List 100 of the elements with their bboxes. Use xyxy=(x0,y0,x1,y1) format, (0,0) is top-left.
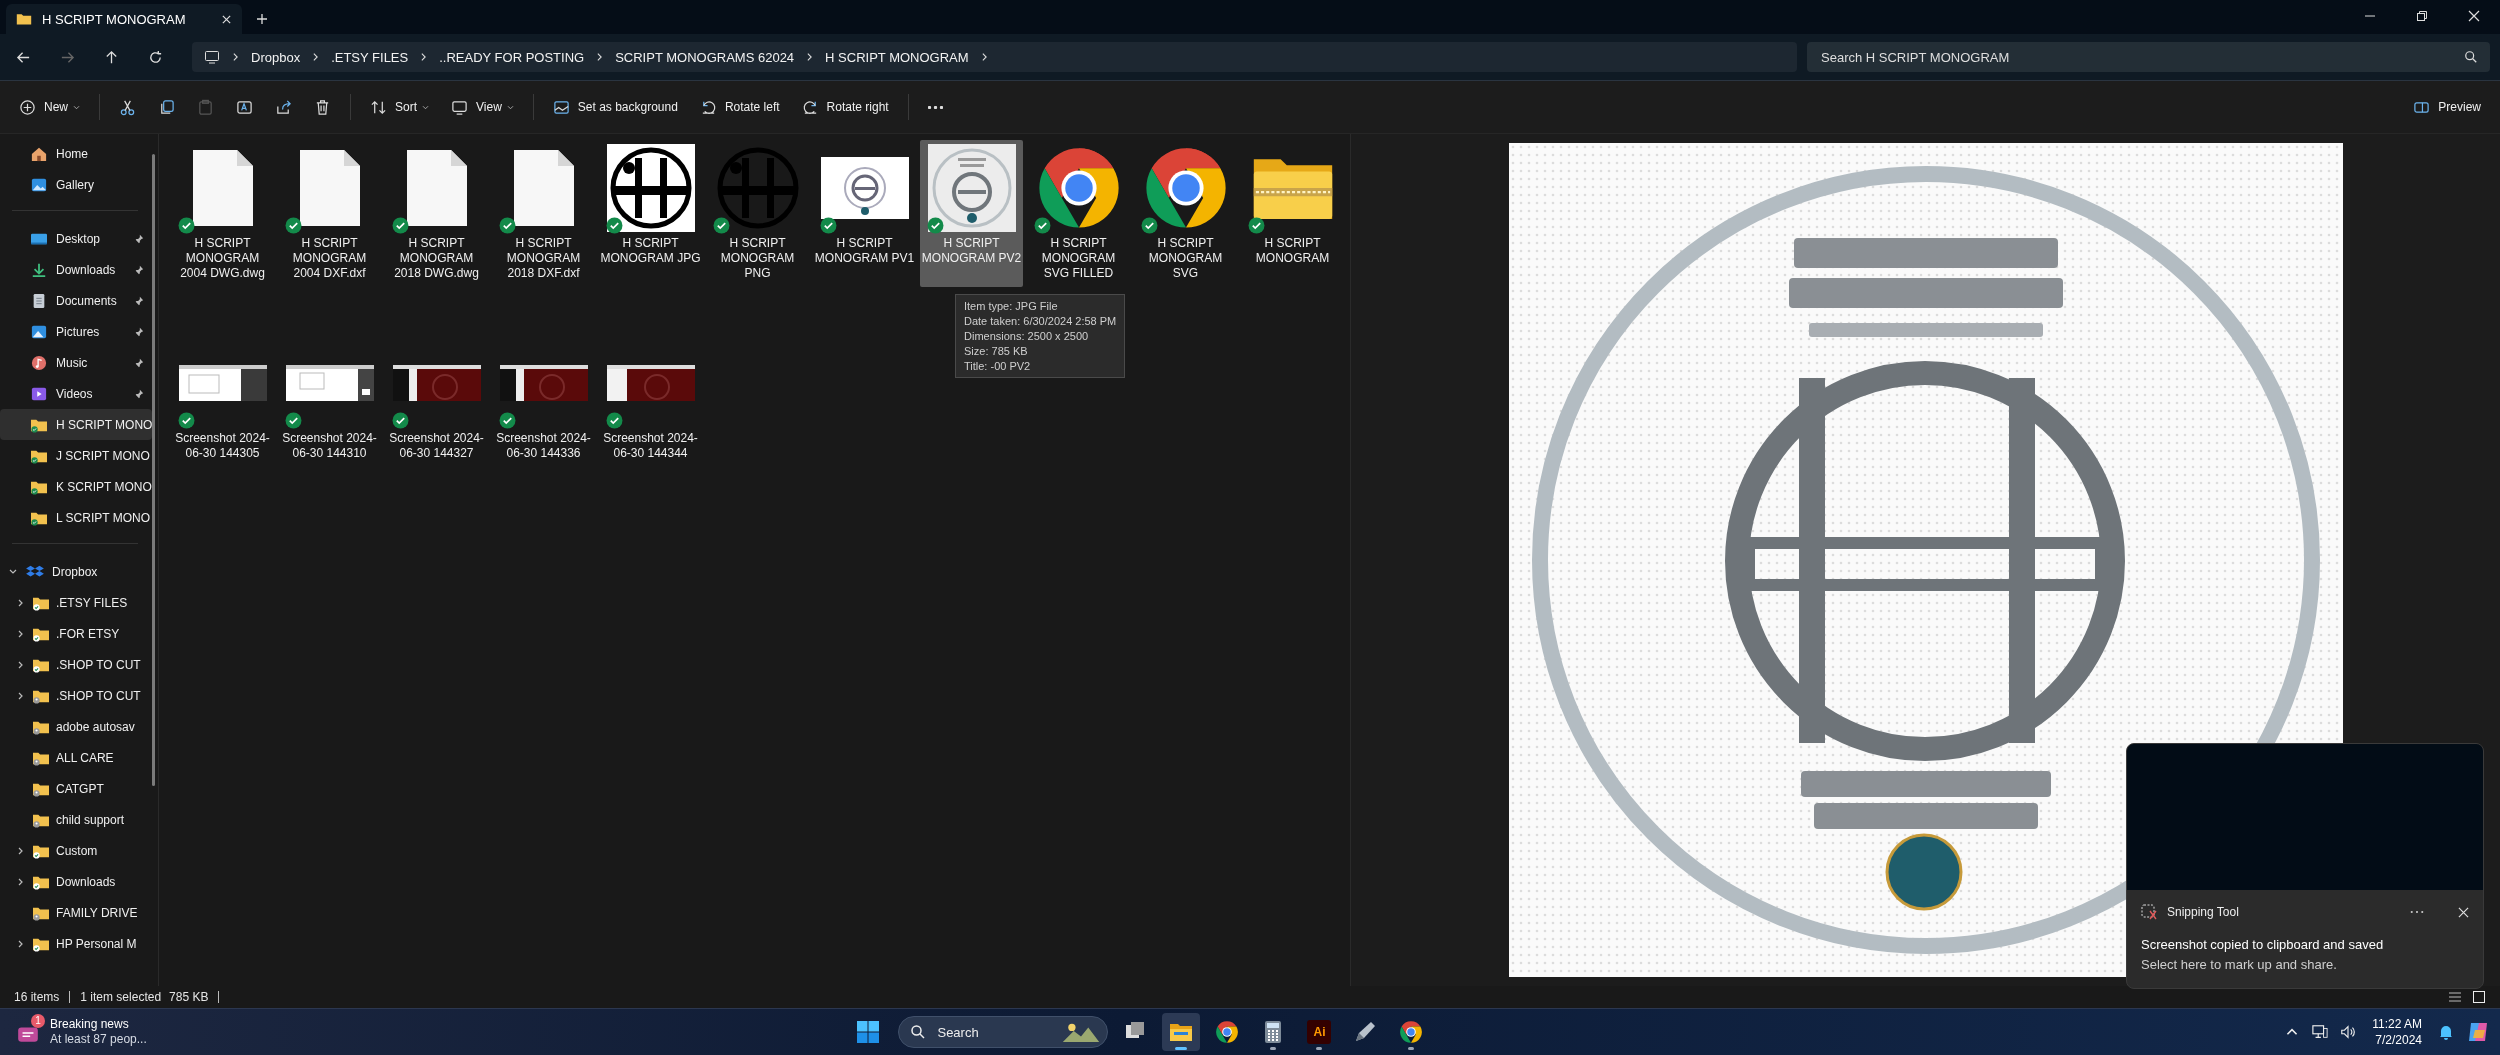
status-text: 1 item selected xyxy=(80,990,162,1004)
sidebar-item[interactable]: Downloads xyxy=(0,254,152,285)
window-tab[interactable]: H SCRIPT MONOGRAM xyxy=(6,4,242,34)
news-text: At least 87 peop... xyxy=(50,1032,147,1047)
taskbar-app[interactable] xyxy=(1162,1013,1201,1051)
file-item[interactable]: Screenshot 2024-06-30 144310 xyxy=(278,335,381,467)
file-item[interactable]: H SCRIPT MONOGRAM PV1 xyxy=(813,140,916,287)
view-button[interactable]: View xyxy=(442,91,523,123)
sort-button[interactable]: Sort xyxy=(361,91,439,123)
more-icon[interactable] xyxy=(2410,910,2424,914)
file-item[interactable]: H SCRIPT MONOGRAM SVG FILLED xyxy=(1027,140,1130,287)
breadcrumb-item[interactable]: .ETSY FILES xyxy=(331,49,409,65)
network-icon[interactable] xyxy=(2312,1024,2329,1040)
sidebar-item[interactable]: .SHOP TO CUT xyxy=(0,649,152,680)
tooltip-text: Size: 785 KB xyxy=(964,344,1029,358)
clipboard-icon xyxy=(197,98,214,116)
new-button[interactable]: New xyxy=(10,91,89,123)
file-item[interactable]: Screenshot 2024-06-30 144336 xyxy=(492,335,595,467)
notification-title: Screenshot copied to clipboard and saved xyxy=(2140,936,2385,954)
set-background-button[interactable]: Set as background xyxy=(543,91,687,123)
sidebar-item[interactable]: FAMILY DRIVE xyxy=(0,897,152,928)
sidebar-item[interactable]: .ETSY FILES xyxy=(0,587,152,618)
sidebar-item[interactable]: Desktop xyxy=(0,223,152,254)
refresh-icon[interactable] xyxy=(148,49,163,65)
rotate-right-icon xyxy=(801,98,819,116)
trash-icon xyxy=(314,98,331,116)
bell-icon[interactable] xyxy=(2438,1024,2454,1040)
synced-check-icon xyxy=(1033,217,1051,234)
taskbar-search-field[interactable]: Search xyxy=(898,1016,1109,1048)
sidebar-item[interactable]: .FOR ETSY xyxy=(0,618,152,649)
synced-check-icon xyxy=(926,217,944,234)
download-icon xyxy=(30,261,48,278)
news-widget[interactable]: 1 Breaking news At least 87 peop... xyxy=(10,1014,153,1050)
close-icon[interactable] xyxy=(2468,10,2480,22)
file-item[interactable]: H SCRIPT MONOGRAM 2018 DWG.dwg xyxy=(385,140,488,287)
file-item[interactable]: Screenshot 2024-06-30 144305 xyxy=(171,335,274,467)
file-item[interactable]: H SCRIPT MONOGRAM xyxy=(1241,140,1344,287)
gallery-icon xyxy=(30,176,48,193)
rotate-right-button[interactable]: Rotate right xyxy=(792,91,898,123)
synced-check-icon xyxy=(712,217,730,234)
synced-check-icon xyxy=(284,412,302,429)
rotate-left-button[interactable]: Rotate left xyxy=(690,91,789,123)
sidebar-item[interactable]: adobe autosav xyxy=(0,711,152,742)
breadcrumb-item[interactable]: ..READY FOR POSTING xyxy=(439,49,585,65)
sidebar-item[interactable]: ALL CARE xyxy=(0,742,152,773)
sidebar-item[interactable]: CATGPT xyxy=(0,773,152,804)
file-item[interactable]: H SCRIPT MONOGRAM 2004 DXF.dxf xyxy=(278,140,381,287)
sidebar-item[interactable]: Documents xyxy=(0,285,152,316)
landscape-icon xyxy=(1062,1022,1101,1042)
image-icon xyxy=(552,98,570,116)
sidebar-item[interactable]: child support xyxy=(0,804,152,835)
sort-icon xyxy=(370,98,387,116)
music-icon xyxy=(30,354,48,371)
address-bar[interactable]: Dropbox .ETSY FILES ..READY FOR POSTING SCRIPT MONOGRAMS 62024 H SCRIPT MONOGRAM xyxy=(192,42,1797,72)
sidebar-item[interactable]: HP Personal M xyxy=(0,928,152,959)
sidebar-item[interactable]: Videos xyxy=(0,378,152,409)
sidebar-item[interactable]: Custom xyxy=(0,835,152,866)
sidebar-item[interactable]: J SCRIPT MONO xyxy=(0,440,152,471)
notification[interactable]: Snipping Tool Screenshot copied to clipboard and saved Select here to mark up and share. xyxy=(2126,743,2484,989)
new-tab-icon[interactable] xyxy=(256,13,268,25)
details-view-icon[interactable] xyxy=(2448,990,2462,1004)
sidebar-item[interactable]: Music xyxy=(0,347,152,378)
close-icon[interactable] xyxy=(2458,906,2469,918)
sidebar-item[interactable]: L SCRIPT MONO xyxy=(0,502,152,533)
up-icon[interactable] xyxy=(104,49,119,65)
breadcrumb-item[interactable]: Dropbox xyxy=(251,49,301,65)
folder-icon xyxy=(16,11,32,27)
file-item[interactable]: H SCRIPT MONOGRAM PV2 xyxy=(920,140,1023,287)
sidebar-item[interactable]: H SCRIPT MONO xyxy=(0,409,152,440)
close-icon[interactable] xyxy=(221,13,232,25)
search-field[interactable]: Search H SCRIPT MONOGRAM xyxy=(1807,42,2490,72)
sidebar-item[interactable]: Downloads xyxy=(0,866,152,897)
status-text: 785 KB xyxy=(169,990,209,1004)
file-item[interactable]: H SCRIPT MONOGRAM 2004 DWG.dwg xyxy=(171,140,274,287)
file-item[interactable]: H SCRIPT MONOGRAM PNG xyxy=(706,140,809,287)
chevron-icon xyxy=(312,52,320,62)
synced-check-icon xyxy=(391,217,409,234)
pictures-icon xyxy=(30,323,48,340)
preview-button[interactable]: Preview xyxy=(2404,91,2490,123)
sidebar-item[interactable]: Gallery xyxy=(0,169,152,200)
file-item[interactable]: H SCRIPT MONOGRAM SVG xyxy=(1134,140,1237,287)
sidebar-item[interactable]: Pictures xyxy=(0,316,152,347)
breadcrumb-item[interactable]: H SCRIPT MONOGRAM xyxy=(825,49,969,65)
tiles-view-icon[interactable] xyxy=(2472,990,2486,1004)
sidebar-item[interactable]: Dropbox xyxy=(0,556,152,587)
plus-icon xyxy=(19,98,36,116)
sidebar-item[interactable]: K SCRIPT MONO xyxy=(0,471,152,502)
file-item[interactable]: H SCRIPT MONOGRAM 2018 DXF.dxf xyxy=(492,140,595,287)
sidebar-item[interactable]: .SHOP TO CUT xyxy=(0,680,152,711)
file-item[interactable]: Screenshot 2024-06-30 144344 xyxy=(599,335,702,467)
sidebar-item[interactable]: Home xyxy=(0,138,152,169)
clock[interactable]: 11:22 AM 7/2/2024 xyxy=(2368,1016,2426,1048)
synced-check-icon xyxy=(498,217,516,234)
taskbar-app[interactable]: Ai xyxy=(1300,1013,1339,1051)
breadcrumb-item[interactable]: SCRIPT MONOGRAMS 62024 xyxy=(615,49,795,65)
file-item[interactable]: H SCRIPT MONOGRAM JPG xyxy=(599,140,702,287)
assistant-icon[interactable] xyxy=(2466,1020,2490,1044)
restore-icon[interactable] xyxy=(2416,10,2428,22)
file-item[interactable]: Screenshot 2024-06-30 144327 xyxy=(385,335,488,467)
volume-icon[interactable] xyxy=(2340,1024,2357,1040)
